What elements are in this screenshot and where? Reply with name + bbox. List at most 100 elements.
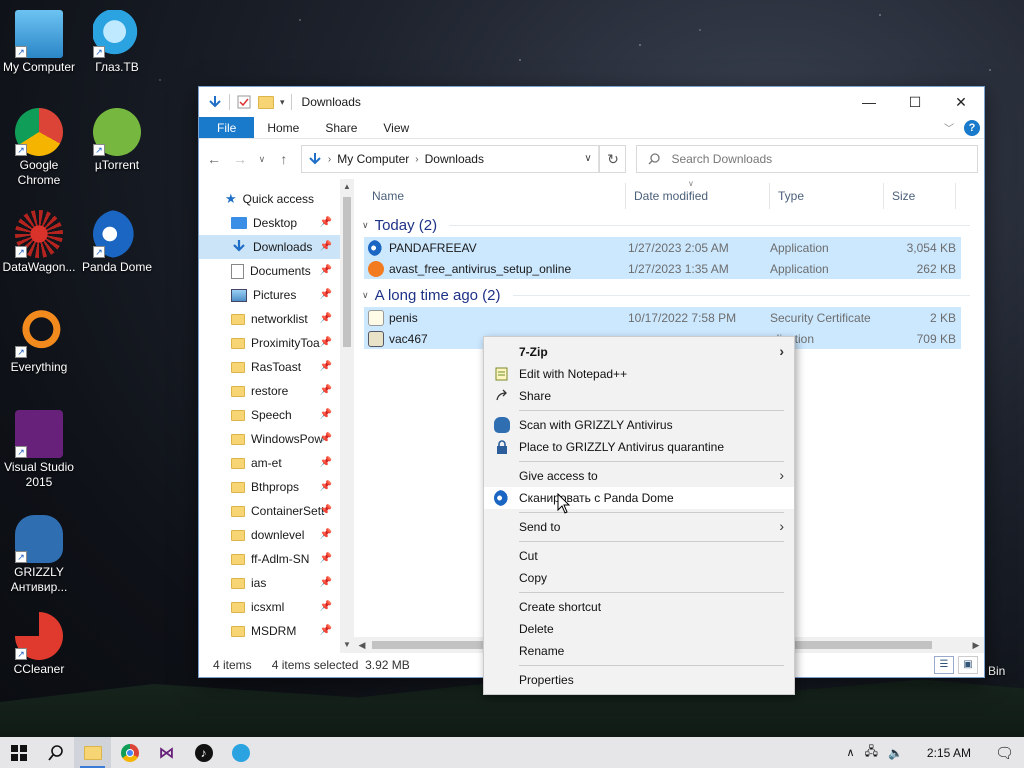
pin-icon[interactable]: 📌 [320,217,332,228]
scroll-right-arrow-icon[interactable]: ▶ [968,637,984,653]
desktop-shortcut[interactable]: ↗ My Computer [1,10,77,75]
desktop-shortcut[interactable]: ↗ Google Chrome [1,108,77,188]
recycle-bin-label[interactable]: Bin [988,664,1005,678]
properties-check-icon[interactable] [236,94,252,110]
tab-view[interactable]: View [370,117,422,138]
context-menu-item[interactable]: Cut [484,545,794,567]
desktop-shortcut[interactable]: ↗ DataWagon... [1,210,77,275]
sidebar-item[interactable]: Pictures 📌 [199,283,354,307]
pin-icon[interactable]: 📌 [320,385,332,396]
sidebar-item[interactable]: Bthprops 📌 [199,475,354,499]
forward-arrow-icon[interactable]: → [231,151,249,167]
recent-locations-chevron-icon[interactable]: ∨ [257,154,267,165]
sidebar-item[interactable]: restore 📌 [199,379,354,403]
desktop-shortcut[interactable]: ↗ µTorrent [79,108,155,173]
breadcrumb-my-computer[interactable]: My Computer [337,152,409,166]
sidebar-item[interactable]: icsxml 📌 [199,595,354,619]
expand-ribbon-chevron-icon[interactable]: ﹀ [944,120,954,135]
context-menu-item[interactable]: Edit with Notepad++ [484,363,794,385]
pin-icon[interactable]: 📌 [320,529,332,540]
sidebar-item[interactable]: ias 📌 [199,571,354,595]
sidebar-item[interactable]: Documents 📌 [199,259,354,283]
quick-access-item[interactable]: ★ Quick access [199,187,354,211]
taskbar-file-explorer[interactable] [74,737,111,768]
context-menu-item[interactable]: 7-Zip › [484,341,794,363]
pin-icon[interactable]: 📌 [320,361,332,372]
search-box[interactable]: Search Downloads [636,145,978,173]
customize-toolbar-arrow-icon[interactable]: ▾ [280,97,285,108]
pin-icon[interactable]: 📌 [320,289,332,300]
file-row[interactable]: avast_free_antivirus_setup_online 1/27/2… [364,258,961,279]
address-dropdown-icon[interactable]: ∨ [577,146,600,172]
column-date-modified[interactable]: Date modified ∨ [626,179,770,209]
sidebar-item[interactable]: networklist 📌 [199,307,354,331]
context-menu-item[interactable]: Delete [484,618,794,640]
tab-home[interactable]: Home [254,117,312,138]
taskbar-glaz-tv[interactable] [222,737,259,768]
pin-icon[interactable]: 📌 [320,241,332,252]
notifications-icon[interactable]: 🗨 [995,744,1014,762]
pin-icon[interactable]: 📌 [320,265,332,276]
pin-icon[interactable]: 📌 [320,481,332,492]
sidebar-item[interactable]: ContainerSett 📌 [199,499,354,523]
column-size[interactable]: Size [884,183,956,209]
file-group-header[interactable]: ∨ A long time ago (2) [354,283,984,307]
sidebar-item[interactable]: ProximityToa 📌 [199,331,354,355]
desktop-shortcut[interactable]: ↗ CCleaner [1,612,77,677]
pin-icon[interactable]: 📌 [320,505,332,516]
sidebar-item[interactable]: Desktop 📌 [199,211,354,235]
scroll-thumb[interactable] [343,197,351,347]
network-icon[interactable]: 🖧 [865,742,878,763]
pin-icon[interactable]: 📌 [320,409,332,420]
pin-icon[interactable]: 📌 [320,577,332,588]
maximize-button[interactable]: ☐ [892,87,938,117]
column-type[interactable]: Type [770,183,884,209]
title-bar[interactable]: ▾ Downloads — ☐ ✕ [199,87,984,117]
collapse-chevron-icon[interactable]: ∨ [362,220,369,231]
file-group-header[interactable]: ∨ Today (2) [354,213,984,237]
collapse-chevron-icon[interactable]: ∨ [362,290,369,301]
taskbar-chrome[interactable] [111,737,148,768]
sidebar-item[interactable]: ff-Adlm-SN 📌 [199,547,354,571]
desktop-shortcut[interactable]: ↗ Visual Studio 2015 [1,410,77,490]
context-menu-item[interactable]: Place to GRIZZLY Antivirus quarantine [484,436,794,458]
large-icons-view-icon[interactable]: ▣ [958,656,978,674]
volume-icon[interactable]: 🔈 [888,746,903,760]
desktop-shortcut[interactable]: ↗ Panda Dome [79,210,155,275]
help-icon[interactable]: ? [964,119,980,136]
column-name[interactable]: Name [364,183,626,209]
context-menu-item[interactable]: Properties [484,669,794,691]
desktop-shortcut[interactable]: ↗ Глаз.ТВ [79,10,155,75]
sidebar-item[interactable]: WindowsPow 📌 [199,427,354,451]
sidebar-item[interactable]: Downloads 📌 [199,235,354,259]
nav-scrollbar[interactable]: ▲ ▼ [340,179,354,653]
context-menu-item[interactable]: Give access to › [484,465,794,487]
context-menu-item[interactable]: Rename [484,640,794,662]
context-menu-item[interactable]: Create shortcut [484,596,794,618]
start-button[interactable] [0,737,37,768]
context-menu-item[interactable]: Сканировать с Panda Dome [484,487,794,509]
search-button[interactable] [37,737,74,768]
sidebar-item[interactable]: Speech 📌 [199,403,354,427]
details-view-icon[interactable]: ☰ [934,656,954,674]
pin-icon[interactable]: 📌 [320,601,332,612]
scroll-left-arrow-icon[interactable]: ◀ [354,637,370,653]
breadcrumb-separator[interactable]: › [328,154,331,165]
pin-icon[interactable]: 📌 [320,457,332,468]
sidebar-item[interactable]: am-et 📌 [199,451,354,475]
breadcrumb-downloads[interactable]: Downloads [425,152,484,166]
desktop-shortcut[interactable]: ↗ Everything [1,310,77,375]
file-row[interactable]: penis 10/17/2022 7:58 PM Security Certif… [364,307,961,328]
address-bar[interactable]: › My Computer › Downloads ∨ [300,145,601,173]
context-menu-item[interactable]: Scan with GRIZZLY Antivirus [484,414,794,436]
pin-icon[interactable]: 📌 [320,433,332,444]
new-folder-icon[interactable] [258,95,274,109]
context-menu-item[interactable]: Copy [484,567,794,589]
pin-icon[interactable]: 📌 [320,625,332,636]
close-button[interactable]: ✕ [938,87,984,117]
clock[interactable]: 2:15 AM [927,746,971,760]
show-hidden-icons-icon[interactable]: ∧ [847,746,855,759]
pin-icon[interactable]: 📌 [320,337,332,348]
context-menu-item[interactable]: Send to › [484,516,794,538]
taskbar-tiktok[interactable]: ♪ [185,737,222,768]
